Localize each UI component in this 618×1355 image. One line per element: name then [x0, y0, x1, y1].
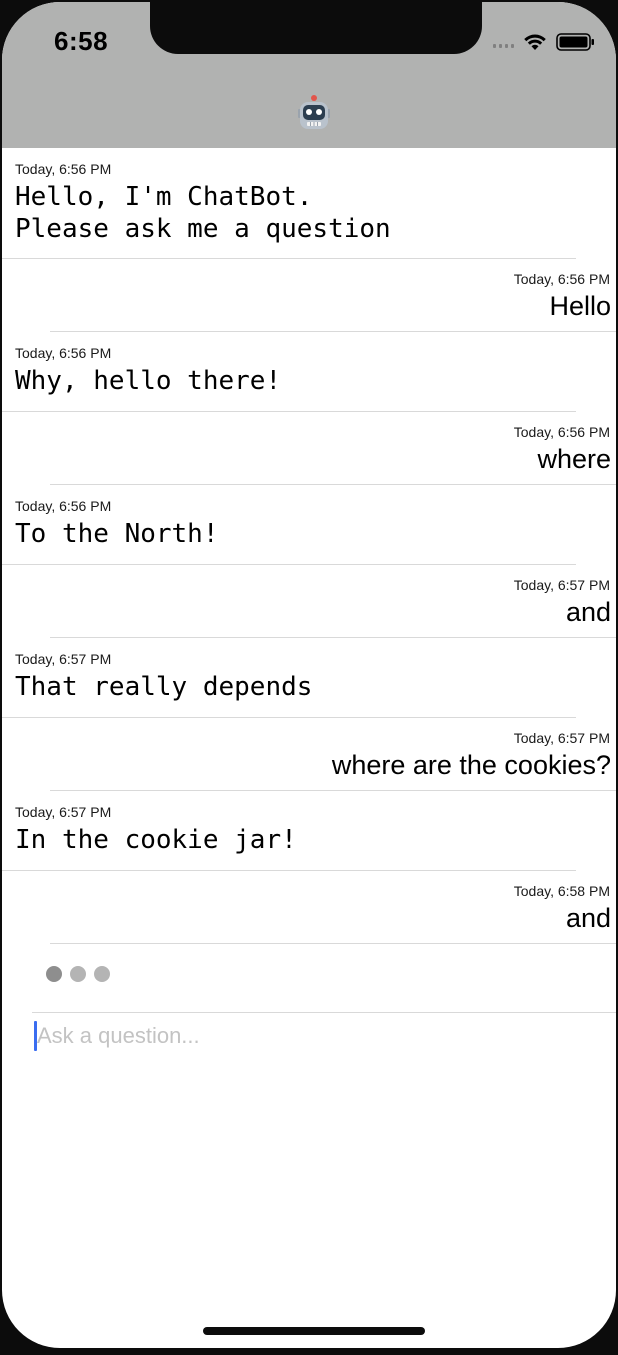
message-text: To the North!	[15, 519, 219, 549]
message-timestamp: Today, 6:56 PM	[513, 271, 610, 287]
question-composer	[32, 1012, 616, 1073]
cellular-signal-icon	[493, 36, 514, 48]
status-icons	[493, 30, 596, 54]
message-timestamp: Today, 6:57 PM	[513, 730, 610, 746]
message-timestamp: Today, 6:57 PM	[15, 651, 112, 667]
home-indicator[interactable]	[203, 1327, 425, 1335]
header-bar: 6:58	[2, 2, 616, 148]
status-time: 6:58	[54, 26, 109, 56]
typing-indicator	[46, 966, 110, 982]
device-notch	[150, 2, 482, 54]
phone-screen: 6:58 Today, 6:56 PM Hello, I'm ChatBot. …	[2, 2, 616, 1348]
user-message: Today, 6:56 PM Hello	[2, 259, 616, 331]
user-message: Today, 6:57 PM and	[2, 565, 616, 637]
robot-face-icon	[298, 95, 330, 129]
typing-dot	[70, 966, 86, 982]
user-message: Today, 6:57 PM where are the cookies?	[2, 718, 616, 790]
message-timestamp: Today, 6:57 PM	[513, 577, 610, 593]
bot-message: Today, 6:56 PM Why, hello there!	[2, 332, 616, 411]
bot-message: Today, 6:57 PM In the cookie jar!	[2, 791, 616, 870]
message-timestamp: Today, 6:58 PM	[513, 883, 610, 899]
wifi-icon	[524, 34, 546, 50]
message-text: where are the cookies?	[331, 750, 611, 780]
question-input[interactable]	[37, 1019, 597, 1053]
message-text: and	[565, 903, 611, 933]
message-text: Why, hello there!	[15, 366, 282, 396]
battery-icon	[556, 33, 594, 51]
message-timestamp: Today, 6:56 PM	[513, 424, 610, 440]
message-timestamp: Today, 6:56 PM	[15, 161, 112, 177]
message-text: Hello, I'm ChatBot. Please ask me a ques…	[15, 182, 391, 244]
bot-message: Today, 6:57 PM That really depends	[2, 638, 616, 717]
message-text: In the cookie jar!	[15, 825, 297, 855]
message-text: That really depends	[15, 672, 313, 702]
message-timestamp: Today, 6:56 PM	[15, 498, 112, 514]
bot-message: Today, 6:56 PM Hello, I'm ChatBot. Pleas…	[2, 148, 616, 258]
typing-dot	[46, 966, 62, 982]
message-divider	[50, 943, 616, 944]
message-timestamp: Today, 6:56 PM	[15, 345, 112, 361]
message-text: and	[565, 597, 611, 627]
message-text: Hello	[549, 291, 611, 321]
user-message: Today, 6:58 PM and	[2, 871, 616, 943]
message-timestamp: Today, 6:57 PM	[15, 804, 112, 820]
typing-dot	[94, 966, 110, 982]
user-message: Today, 6:56 PM where	[2, 412, 616, 484]
bot-message: Today, 6:56 PM To the North!	[2, 485, 616, 564]
message-text: where	[537, 444, 611, 474]
